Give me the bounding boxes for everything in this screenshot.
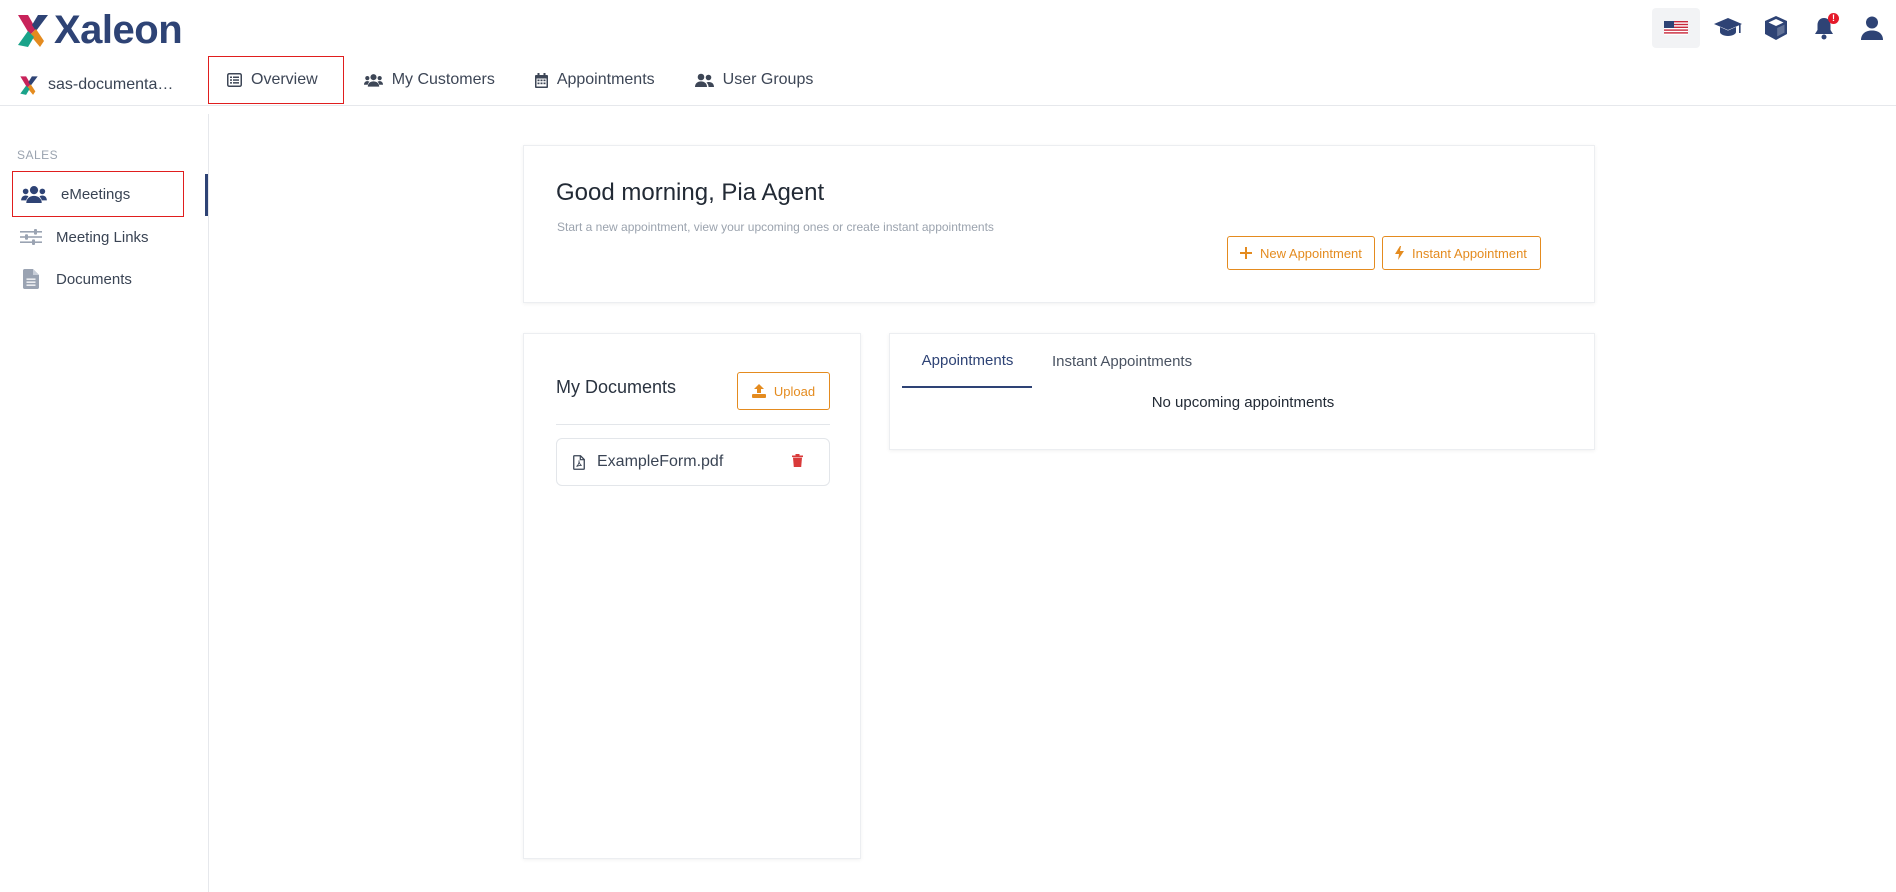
sidebar-item-documents[interactable]: Documents [12,256,184,302]
calendar-icon [534,72,548,88]
greeting-title: Good morning, Pia Agent [556,179,825,206]
tenant-name: sas-documentati... [48,76,176,93]
user-icon [1861,16,1883,40]
active-indicator [205,174,208,216]
greeting-card: Good morning, Pia Agent Start a new appo… [523,145,1595,303]
documents-divider [556,424,830,425]
sidebar-item-label: Meeting Links [56,228,149,246]
products-button[interactable] [1752,10,1800,46]
document-name: ExampleForm.pdf [597,453,724,470]
xaleon-logo-icon [18,15,48,47]
sidebar-item-label: eMeetings [61,185,131,203]
sidebar-item-label: Documents [56,270,132,288]
my-documents-card: My Documents Upload ExampleForm.pdf [523,333,861,859]
lightning-icon [1395,246,1404,260]
nav-user-groups[interactable]: User Groups [675,56,834,104]
nav-appointments[interactable]: Appointments [515,56,675,104]
upload-label: Upload [773,383,816,399]
new-appointment-button[interactable]: New Appointment [1227,236,1375,270]
user-group-icon [694,73,714,87]
nav-my-customers[interactable]: My Customers [344,56,515,104]
appointments-card: Appointments Instant Appointments No upc… [889,333,1595,450]
sidebar: SALES eMeetings Meeting Links Documents [0,114,209,892]
document-item[interactable]: ExampleForm.pdf [556,438,830,486]
new-appointment-label: New Appointment [1260,245,1362,261]
empty-appointments-message: No upcoming appointments [1151,394,1335,411]
language-selector[interactable] [1652,8,1700,48]
sidebar-section-title: SALES [17,148,59,162]
header-actions: ! [1652,8,1896,48]
trash-icon[interactable] [792,454,803,467]
greeting-subtitle: Start a new appointment, view your upcom… [557,220,994,234]
brand-name: Xaleon [54,8,183,52]
graduation-cap-icon [1714,18,1742,36]
notification-badge: ! [1828,13,1839,24]
top-bar: Xaleon sas-documentati... Overview My Cu… [0,0,1896,106]
plus-icon [1240,247,1252,259]
tab-instant-appointments[interactable]: Instant Appointments [1032,334,1212,388]
sidebar-item-meeting-links[interactable]: Meeting Links [12,214,184,260]
us-flag-icon [1664,21,1688,35]
nav-user-groups-label: User Groups [722,71,814,88]
instant-appointment-label: Instant Appointment [1412,245,1527,261]
tenant-logo-icon [20,76,38,95]
main-nav: Overview My Customers Appointments User … [208,56,833,106]
appointments-tabs: Appointments Instant Appointments [902,334,1212,388]
brand-logo[interactable]: Xaleon [14,8,183,52]
list-icon [227,73,242,87]
account-button[interactable] [1848,10,1896,46]
file-icon [23,269,39,289]
upload-button[interactable]: Upload [737,372,830,410]
notifications-button[interactable]: ! [1800,10,1848,46]
upload-icon [751,384,766,398]
pdf-file-icon [573,454,585,470]
tenant-selector[interactable]: sas-documentati... [18,74,176,96]
nav-my-customers-label: My Customers [391,71,495,88]
academy-button[interactable] [1704,10,1752,46]
documents-title: My Documents [556,377,677,397]
sidebar-item-emeetings[interactable]: eMeetings [12,171,184,217]
tab-appointments[interactable]: Appointments [902,334,1032,388]
nav-overview[interactable]: Overview [208,56,344,104]
cube-icon [1765,16,1787,40]
nav-appointments-label: Appointments [556,71,655,88]
users-icon [21,186,47,203]
users-icon [363,74,383,87]
sliders-icon [20,229,42,245]
instant-appointment-button[interactable]: Instant Appointment [1382,236,1541,270]
nav-overview-label: Overview [251,71,318,88]
